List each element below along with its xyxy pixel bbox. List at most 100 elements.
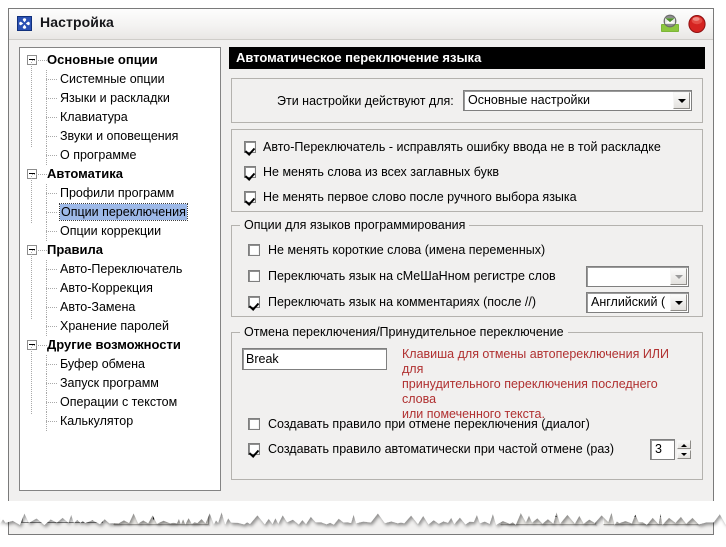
stepper-up-icon[interactable] [677, 440, 691, 449]
tree-item-12[interactable]: Авто-Коррекция [20, 279, 220, 298]
tree-item-label: Опции коррекции [60, 224, 162, 238]
cancel-key-hint: Клавиша для отмены автопереключения ИЛИ … [402, 347, 692, 422]
mail-envelope-icon[interactable] [659, 13, 681, 35]
settings-main-panel: Автоматическое переключение языка Эти на… [229, 47, 705, 491]
chevron-down-icon[interactable] [84, 503, 101, 521]
interface-language-combo[interactable]: Russian [21, 501, 103, 523]
cancel-switching-title: Отмена переключения/Принудительное перек… [240, 325, 568, 339]
tree-item-18[interactable]: Операции с текстом [20, 393, 220, 412]
mixed-case-language-combo[interactable] [586, 266, 689, 287]
checkbox-create-rule-auto-label: Создавать правило автоматически при част… [268, 442, 615, 456]
checkbox-auto-switcher-label: Авто-Переключатель - исправлять ошибку в… [263, 140, 661, 154]
cancel-key-hint-line-2: принудительного переключения последнего … [402, 377, 658, 406]
tree-connector [46, 307, 58, 308]
cancel-key-input[interactable] [242, 348, 387, 370]
cancel-button[interactable]: Отмена [603, 501, 699, 525]
checkbox-short-words[interactable] [248, 244, 260, 256]
chevron-down-icon[interactable] [673, 92, 690, 109]
checkbox-skip-uppercase[interactable] [244, 166, 256, 178]
section-header: Автоматическое переключение языка [229, 47, 705, 69]
ok-button[interactable]: OK [500, 501, 596, 525]
stepper-down-icon[interactable] [677, 450, 691, 459]
tree-connector [46, 421, 58, 422]
programming-options-title: Опции для языков программирования [240, 218, 470, 232]
checkbox-skip-first-word[interactable] [244, 191, 256, 203]
tree-item-4[interactable]: Звуки и оповещения [20, 127, 220, 146]
chevron-down-icon[interactable] [670, 294, 687, 311]
tree-item-10[interactable]: Правила [20, 241, 220, 260]
tree-item-13[interactable]: Авто-Замена [20, 298, 220, 317]
section-header-label: Автоматическое переключение языка [236, 50, 482, 65]
tree-item-11[interactable]: Авто-Переключатель [20, 260, 220, 279]
tree-item-label: Авто-Замена [60, 300, 136, 314]
profile-combo[interactable]: Основные настройки [463, 90, 692, 111]
tree-connector [46, 231, 58, 232]
help-button[interactable]: Справка [113, 501, 209, 525]
tree-item-label: Другие возможности [47, 337, 181, 352]
interface-language-value: Russian [26, 504, 72, 518]
frequent-cancel-count-field[interactable]: 3 [650, 439, 675, 460]
checkbox-mixed-case-label: Переключать язык на сМеШаНном регистре с… [268, 269, 556, 283]
frequent-cancel-count-stepper[interactable] [677, 440, 691, 459]
comments-language-combo[interactable]: Английский ( [586, 292, 689, 313]
chevron-down-icon[interactable] [670, 268, 687, 285]
frequent-cancel-count-value: 3 [655, 442, 662, 456]
tree-item-8[interactable]: Опции переключения [20, 203, 220, 222]
settings-pinwheel-icon [17, 16, 32, 31]
tree-item-label: Авто-Коррекция [60, 281, 153, 295]
checkbox-comments[interactable] [248, 296, 260, 308]
tree-item-15[interactable]: Другие возможности [20, 336, 220, 355]
tree-connector [46, 269, 58, 270]
tree-item-label: Клавиатура [60, 110, 128, 124]
tree-item-label: Авто-Переключатель [60, 262, 183, 276]
ok-button-label: OK [538, 506, 558, 520]
tree-item-17[interactable]: Запуск программ [20, 374, 220, 393]
tree-trunk [31, 347, 32, 414]
tree-connector [46, 193, 58, 194]
tree-connector [32, 250, 47, 251]
settings-tree[interactable]: Основные опции Системные опции Языки и рас… [19, 47, 221, 491]
tree-item-label: О программе [60, 148, 137, 162]
profile-label: Эти настройки действуют для: [277, 94, 454, 108]
checkbox-create-rule-auto[interactable] [248, 443, 260, 455]
checkbox-comments-label: Переключать язык на комментариях (после … [268, 295, 537, 309]
tree-item-3[interactable]: Клавиатура [20, 108, 220, 127]
tree-item-label: Автоматика [47, 166, 123, 181]
checkbox-auto-switcher[interactable] [244, 141, 256, 153]
programming-options-group: Опции для языков программирования Не мен… [231, 218, 703, 317]
tree-connector [46, 136, 58, 137]
help-button-label: Справка [136, 506, 186, 520]
checkbox-skip-first-word-label: Не менять первое слово после ручного выб… [263, 190, 577, 204]
tree-connector [46, 288, 58, 289]
tree-item-14[interactable]: Хранение паролей [20, 317, 220, 336]
tree-connector [46, 326, 58, 327]
close-red-circle-icon[interactable] [686, 13, 708, 35]
tree-item-9[interactable]: Опции коррекции [20, 222, 220, 241]
tree-connector [46, 364, 58, 365]
tree-item-6[interactable]: Автоматика [20, 165, 220, 184]
tree-item-label: Опции переключения [59, 203, 188, 221]
tree-trunk [31, 252, 32, 319]
cancel-switching-group: Отмена переключения/Принудительное перек… [231, 325, 703, 480]
comments-language-value: Английский ( [591, 295, 666, 309]
tree-item-label: Буфер обмена [60, 357, 145, 371]
tree-item-7[interactable]: Профили программ [20, 184, 220, 203]
tree-item-5[interactable]: О программе [20, 146, 220, 165]
checkbox-create-rule-dialog[interactable] [248, 418, 260, 430]
tree-item-label: Системные опции [60, 72, 165, 86]
tree-connector [46, 212, 58, 213]
tree-item-16[interactable]: Буфер обмена [20, 355, 220, 374]
checkbox-mixed-case[interactable] [248, 270, 260, 282]
tree-connector [46, 98, 58, 99]
tree-connector [46, 402, 58, 403]
profile-group: Эти настройки действуют для: Основные на… [231, 78, 703, 123]
tree-connector [32, 345, 47, 346]
tree-item-1[interactable]: Системные опции [20, 70, 220, 89]
settings-window: Настройка Основные опции Системные опции… [8, 8, 714, 535]
tree-item-2[interactable]: Языки и раскладки [20, 89, 220, 108]
tree-item-0[interactable]: Основные опции [20, 51, 220, 70]
tree-item-label: Языки и раскладки [60, 91, 170, 105]
tree-item-19[interactable]: Калькулятор [20, 412, 220, 431]
tree-connector [46, 117, 58, 118]
tree-list: Основные опции Системные опции Языки и рас… [20, 48, 220, 431]
